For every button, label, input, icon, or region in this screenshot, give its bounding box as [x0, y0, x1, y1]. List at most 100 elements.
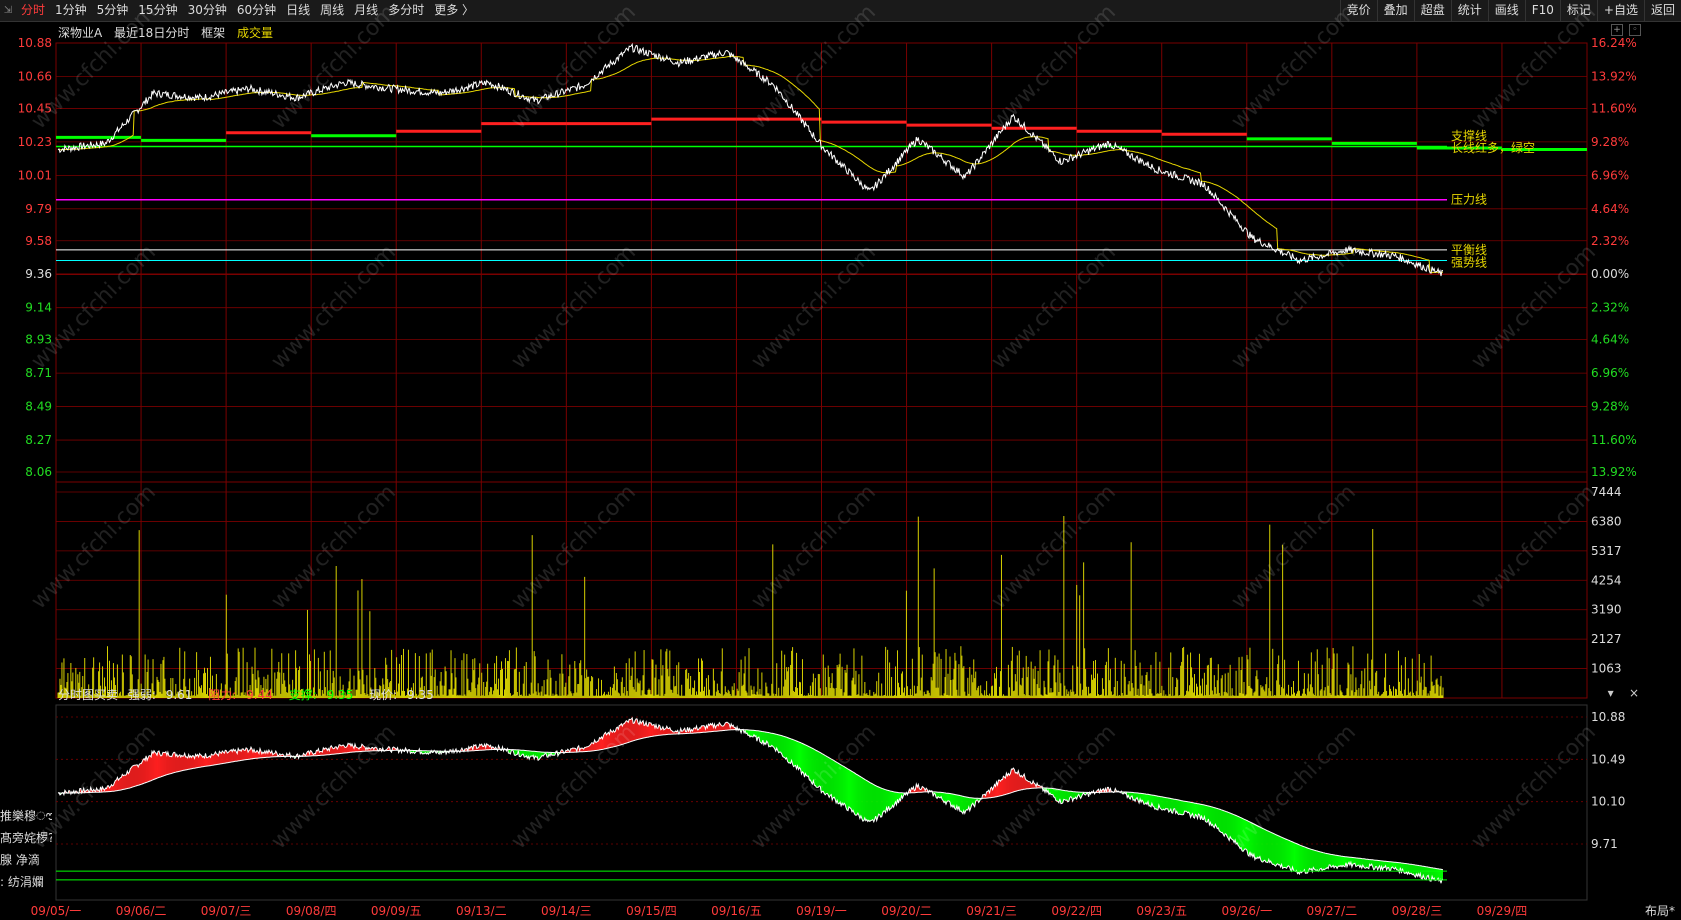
indicator-fill: [793, 739, 795, 767]
indicator-fill: [1364, 858, 1366, 869]
watermark-text: www.cfchi.com: [267, 0, 401, 134]
indicator-fill: [1326, 853, 1328, 869]
indicator-fill: [342, 744, 344, 754]
side-label-3[interactable]: : 纺涓孄: [0, 871, 52, 893]
indicator-fill: [1148, 794, 1150, 806]
line-label-long_term: 长线红多，绿空: [1451, 140, 1535, 155]
indicator-fill: [225, 750, 227, 764]
date-label: 09/19/一: [796, 904, 847, 918]
indicator-fill: [157, 751, 159, 778]
indicator-fill: [178, 754, 180, 772]
percent-tick-label: 4.64%: [1591, 333, 1629, 347]
indicator-fill: [1387, 861, 1389, 868]
indicator-fill: [880, 787, 882, 818]
indicator-controls: ▾ ×: [1608, 686, 1639, 700]
indicator-fill: [1015, 772, 1017, 792]
volume-tick-label: 1063: [1591, 662, 1622, 676]
indicator-fill: [172, 752, 174, 774]
watermark-text: www.cfchi.com: [987, 0, 1121, 134]
indicator-fill: [849, 769, 850, 808]
indicator-fill: [868, 781, 870, 822]
dropdown-icon[interactable]: ▾: [1608, 686, 1614, 700]
indicator-fill: [1339, 855, 1341, 867]
indicator-fill: [161, 752, 163, 777]
close-icon[interactable]: ×: [1629, 686, 1639, 700]
indicator-fill: [135, 765, 137, 787]
main-chart[interactable]: 10.88 16.24%10.66 13.92%10.45 11.60%10.23 9.…: [0, 0, 1681, 920]
date-label: 09/26/一: [1221, 904, 1272, 918]
indicator-fill: [207, 756, 209, 766]
indicator-fill: [864, 779, 866, 821]
indicator-fill: [1276, 835, 1278, 865]
date-label: 09/28/三: [1392, 904, 1443, 918]
indicator-fill: [1154, 795, 1156, 810]
price-tick-label: 8.27: [25, 433, 52, 447]
indicator-fill: [212, 754, 214, 766]
indicator-fill: [181, 755, 183, 771]
date-label: 09/23/五: [1136, 904, 1187, 918]
indicator-tick-label: 9.71: [1591, 837, 1618, 851]
watermark-text: www.cfchi.com: [267, 480, 401, 614]
indicator-fill: [586, 746, 588, 752]
indicator-fill: [1324, 852, 1326, 870]
indicator-fill: [867, 781, 869, 822]
watermark-text: www.cfchi.com: [507, 0, 641, 134]
indicator-fill: [807, 745, 809, 777]
indicator-fill: [1344, 856, 1345, 867]
indicator-fill: [1220, 809, 1222, 833]
indicator-fill: [855, 773, 857, 816]
indicator-fill: [1168, 798, 1170, 813]
indicator-fill: [878, 787, 880, 815]
indicator-fill: [202, 756, 204, 767]
indicator-fill: [788, 737, 790, 763]
date-label: 09/06/二: [116, 904, 167, 918]
indicator-fill: [1185, 801, 1187, 812]
percent-tick-label: 13.92%: [1591, 69, 1637, 83]
indicator-fill: [1435, 868, 1437, 881]
indicator-fill: [1329, 854, 1331, 866]
indicator-fill: [1436, 868, 1438, 881]
indicator-fill: [870, 782, 872, 821]
price-tick-label: 10.88: [18, 36, 52, 50]
indicator-fill: [1028, 781, 1030, 789]
side-label-1[interactable]: 髙旁姹椤?: [0, 827, 52, 849]
side-labels: 推樂穆ൗ 髙旁姹椤? 腺 净滴: 纺涓孄: [0, 805, 52, 893]
side-label-2[interactable]: 腺 净滴: [0, 849, 52, 871]
support-label: 支撑:: [288, 688, 317, 702]
price-tick-label: 9.79: [25, 202, 52, 216]
indicator-fill: [1305, 847, 1307, 874]
volume-tick-label: 2127: [1591, 632, 1622, 646]
indicator-fill: [1301, 845, 1303, 873]
indicator-fill: [1325, 853, 1327, 870]
indicator-fill: [889, 790, 891, 811]
indicator-fill: [1211, 806, 1213, 826]
indicator-fill: [1288, 840, 1290, 868]
indicator-fill: [1031, 783, 1033, 789]
indicator-fill: [999, 780, 1001, 797]
indicator-fill: [883, 789, 885, 811]
date-label: 09/16/五: [711, 904, 762, 918]
indicator-fill: [773, 733, 775, 749]
indicator-fill: [847, 768, 849, 811]
indicator-fill: [1223, 810, 1225, 837]
watermark-text: www.cfchi.com: [987, 480, 1121, 614]
indicator-fill: [168, 755, 170, 775]
layout-button[interactable]: 布局*: [1640, 902, 1679, 920]
indicator-fill: [1193, 802, 1195, 819]
date-label: 09/09/五: [371, 904, 422, 918]
indicator-fill: [1335, 855, 1337, 867]
indicator-fill: [1320, 851, 1322, 869]
indicator-fill: [140, 763, 142, 785]
indicator-fill: [1161, 796, 1163, 810]
indicator-fill: [177, 755, 179, 772]
percent-tick-label: 6.96%: [1591, 366, 1629, 380]
side-label-0[interactable]: 推樂穆ൗ: [0, 805, 52, 827]
indicator-fill: [175, 754, 177, 773]
indicator-fill: [1397, 862, 1399, 871]
price-tick-label: 8.49: [25, 400, 52, 414]
indicator-fill: [1178, 800, 1180, 815]
indicator-fill: [164, 751, 166, 776]
indicator-title[interactable]: 分时图买卖: [58, 688, 118, 702]
indicator-fill: [1073, 791, 1075, 799]
indicator-fill: [1307, 848, 1309, 874]
